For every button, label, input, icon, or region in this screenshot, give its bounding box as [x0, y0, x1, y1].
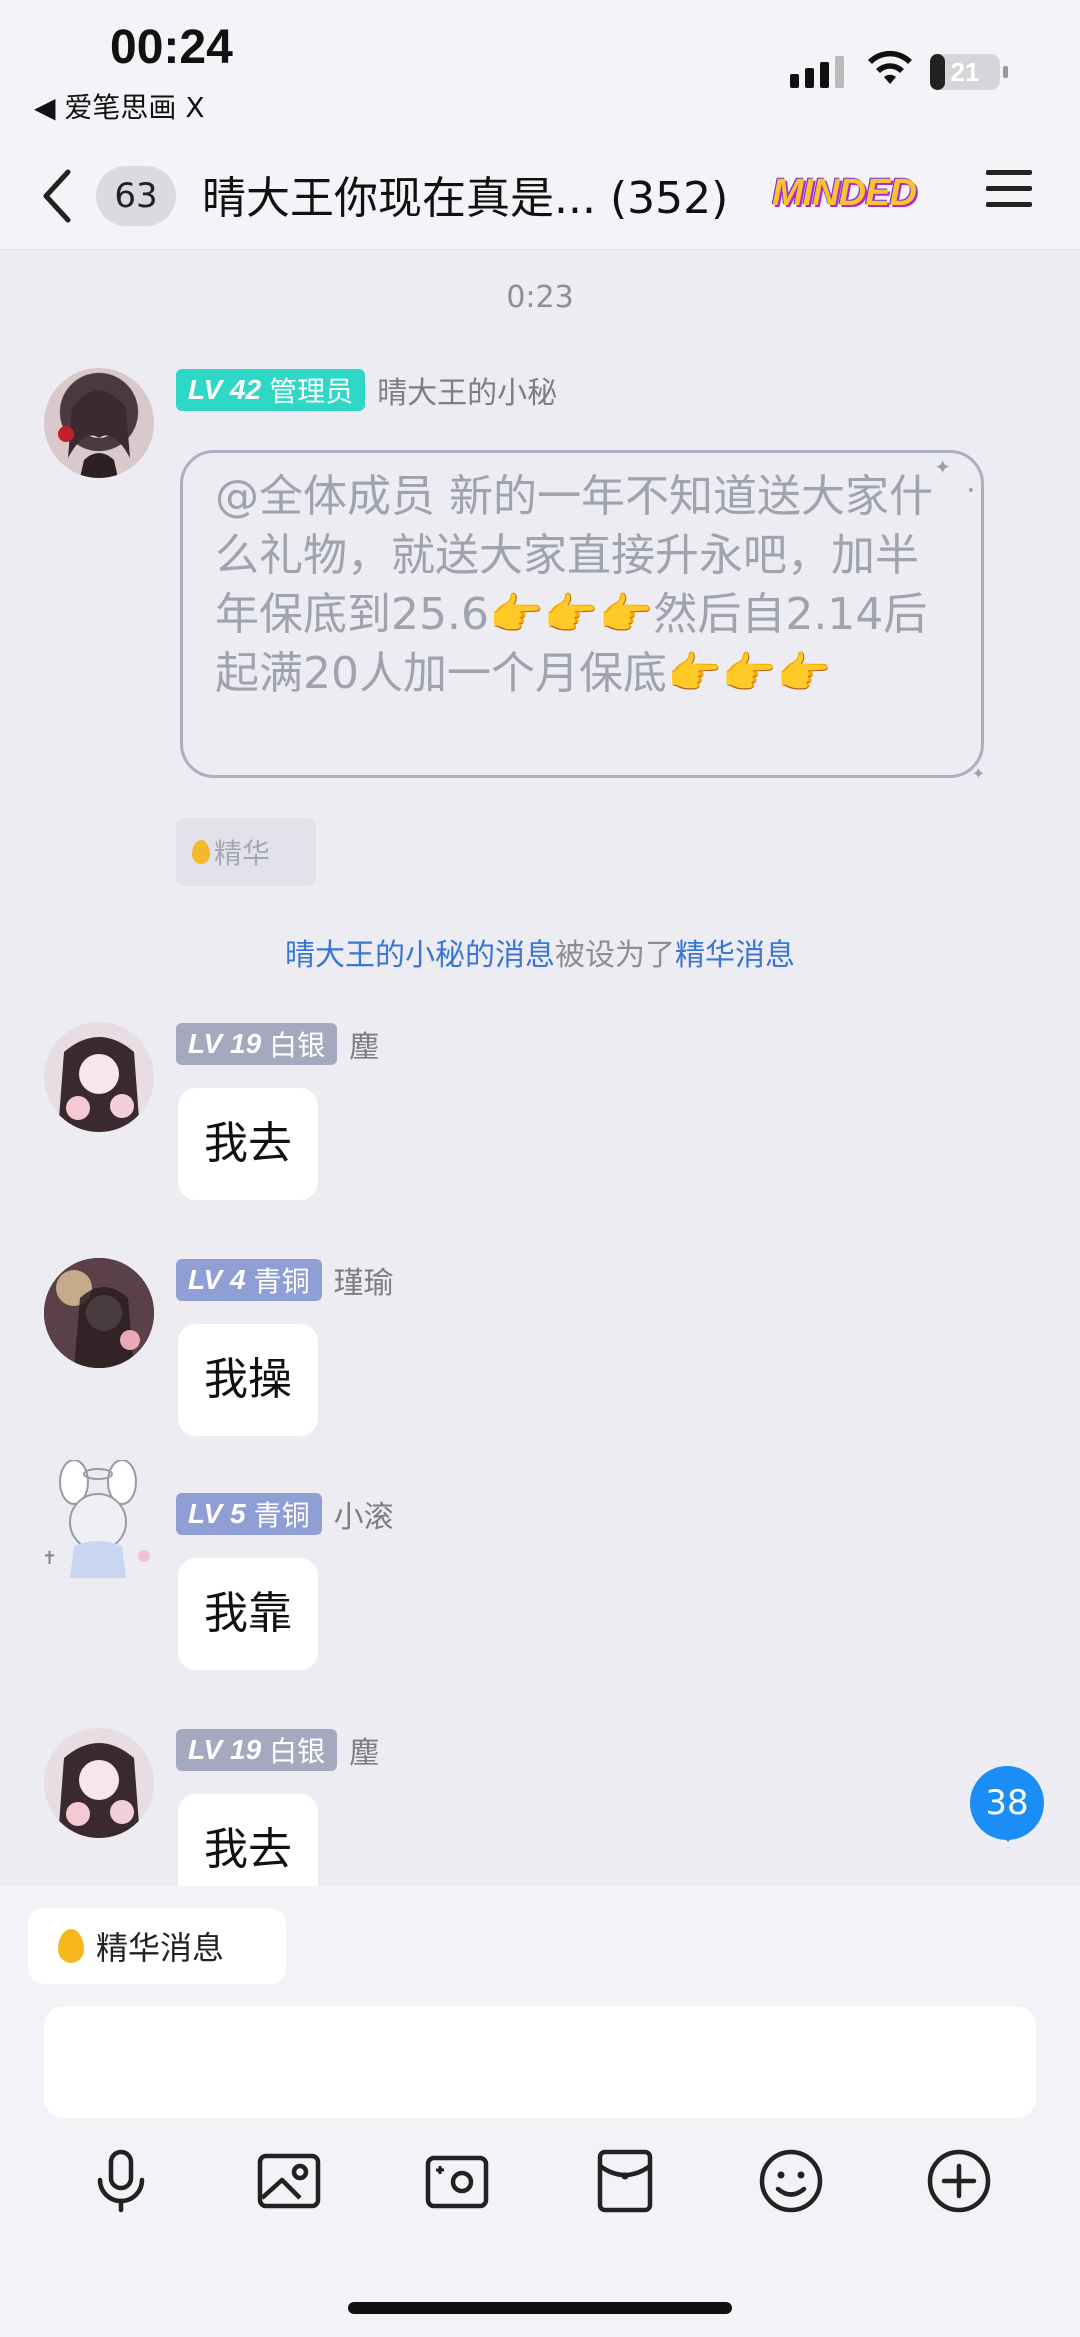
photo-icon[interactable]	[254, 2146, 324, 2216]
back-arrow-icon[interactable]	[38, 166, 78, 226]
announcement-bubble[interactable]: @全体成员 新的一年不知道送大家什么礼物，就送大家直接升永吧，加半年保底到25.…	[180, 450, 985, 783]
message-bubble[interactable]: 我去	[178, 1794, 318, 1886]
system-notice-text: 被设为了	[555, 938, 675, 973]
sender-nickname[interactable]: 麈	[349, 1022, 379, 1066]
level-badge: LV 5 青铜	[176, 1493, 322, 1535]
system-notice: 晴大王的小秘的消息被设为了精华消息	[0, 930, 1080, 974]
avatar[interactable]	[44, 368, 154, 478]
avatar-girl-icon	[58, 1037, 140, 1132]
essence-messages-chip[interactable]: 精华消息	[28, 1908, 286, 1984]
essence-messages-label: 精华消息	[96, 1929, 225, 1967]
sparkle-icon: ✦	[971, 764, 985, 783]
red-packet-icon[interactable]	[590, 2146, 660, 2216]
chat-header: 63 晴大王你现在真是... (352) MINDED	[0, 148, 1080, 250]
message-bubble[interactable]: 我操	[178, 1324, 318, 1436]
flame-drop-icon	[192, 840, 210, 864]
unread-count-badge[interactable]: 63	[96, 166, 176, 226]
group-title[interactable]: 晴大王你现在真是... (352)	[202, 162, 728, 226]
level-badge: LV 42 管理员	[176, 369, 366, 411]
new-messages-count-button[interactable]: 38	[970, 1766, 1044, 1842]
emoji-icon[interactable]	[756, 2146, 826, 2216]
avatar-bunny-girl-icon: ✝	[42, 1460, 150, 1578]
status-time: 00:24	[110, 21, 233, 74]
input-toolbar	[0, 2146, 1080, 2236]
essence-tag[interactable]: 精华	[176, 818, 316, 886]
sender-nickname[interactable]: 麈	[349, 1728, 379, 1772]
message-bubble[interactable]: 我靠	[178, 1558, 318, 1670]
input-area: 精华消息	[0, 1886, 1080, 2337]
camera-icon[interactable]	[422, 2146, 492, 2216]
battery-icon: 21	[930, 54, 1008, 90]
announcement-text: @全体成员 新的一年不知道送大家什么礼物，就送大家直接升永吧，加半年保底到25.…	[215, 471, 933, 699]
system-notice-sender-link[interactable]: 晴大王的小秘的消息	[285, 938, 555, 973]
avatar[interactable]	[44, 1258, 154, 1368]
sparkle-icon: ✦	[934, 455, 951, 479]
plus-circle-icon[interactable]	[924, 2146, 994, 2216]
flame-drop-icon	[58, 1929, 84, 1963]
avatar-girl-icon	[44, 1258, 154, 1368]
system-notice-target-link[interactable]: 精华消息	[675, 938, 795, 973]
home-indicator[interactable]	[348, 2302, 732, 2314]
message-meta: LV 4 青铜 瑾瑜	[176, 1258, 394, 1302]
message-bubble[interactable]: 我去	[178, 1088, 318, 1200]
message-timestamp: 0:23	[506, 280, 574, 315]
message-meta: LV 5 青铜 小滚	[176, 1492, 394, 1536]
microphone-icon[interactable]	[86, 2146, 156, 2216]
level-badge: LV 19 白银	[176, 1023, 338, 1065]
cellular-signal-icon	[790, 56, 844, 88]
battery-level-text: 21	[950, 57, 980, 87]
avatar-girl-icon	[58, 390, 130, 478]
sender-nickname[interactable]: 瑾瑜	[334, 1258, 394, 1302]
back-to-app-link[interactable]: ◀ 爱笔思画 X	[34, 86, 205, 126]
svg-text:✝: ✝	[42, 1548, 57, 1569]
level-badge: LV 4 青铜	[176, 1259, 322, 1301]
message-meta: LV 19 白银 麈	[176, 1728, 379, 1772]
status-bar: 00:24 ◀ 爱笔思画 X 21	[0, 0, 1080, 148]
sender-nickname[interactable]: 小滚	[334, 1492, 394, 1536]
sender-nickname[interactable]: 晴大王的小秘	[377, 368, 557, 412]
avatar-girl-icon	[58, 1743, 140, 1838]
avatar[interactable]	[44, 1022, 154, 1132]
sparkle-icon: •	[966, 483, 975, 499]
message-meta: LV 42 管理员 晴大王的小秘	[176, 368, 557, 412]
avatar[interactable]	[44, 1728, 154, 1838]
message-meta: LV 19 白银 麈	[176, 1022, 379, 1066]
menu-icon[interactable]	[986, 170, 1032, 216]
level-badge: LV 19 白银	[176, 1729, 338, 1771]
minded-brand-badge: MINDED	[772, 172, 917, 214]
message-input[interactable]	[44, 2006, 1036, 2118]
wifi-icon	[868, 50, 912, 84]
avatar[interactable]: ✝	[34, 1460, 164, 1590]
